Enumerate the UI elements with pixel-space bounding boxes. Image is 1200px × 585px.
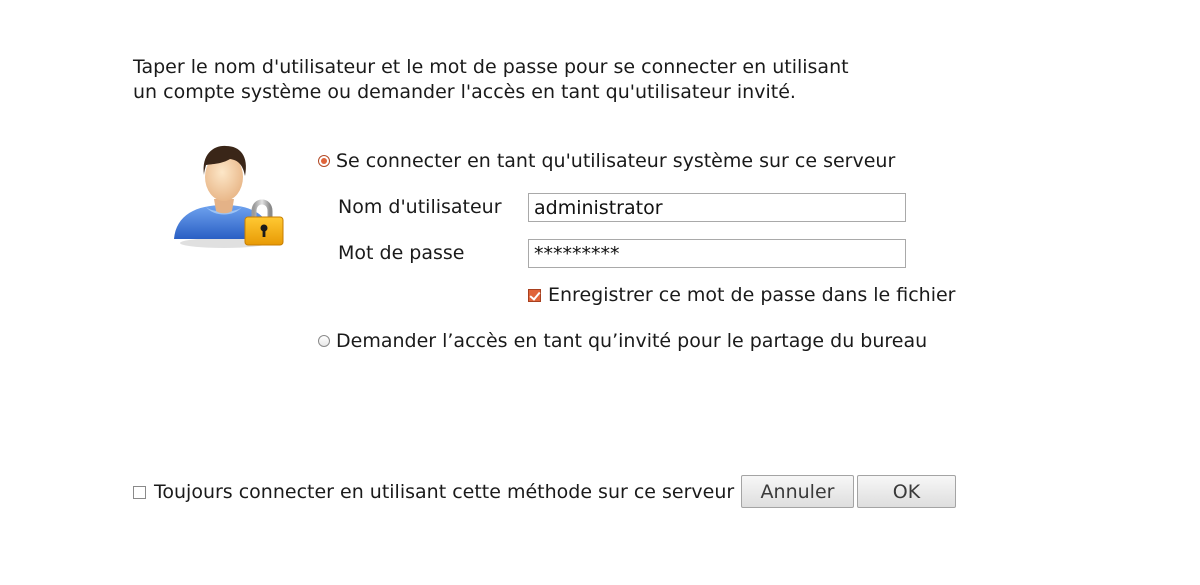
option-system-user[interactable]: Se connecter en tant qu'utilisateur syst… (316, 147, 957, 175)
always-use-method-label: Toujours connecter en utilisant cette mé… (154, 481, 735, 503)
guest-radio[interactable] (318, 335, 330, 347)
instructions-text: Taper le nom d'utilisateur et le mot de … (133, 55, 849, 105)
system-user-radio[interactable] (318, 155, 330, 167)
cancel-button[interactable]: Annuler (741, 475, 854, 508)
instructions-line-1: Taper le nom d'utilisateur et le mot de … (133, 56, 849, 78)
ok-button[interactable]: OK (857, 475, 956, 508)
save-password-option[interactable]: Enregistrer ce mot de passe dans le fich… (528, 281, 957, 309)
system-user-label: Se connecter en tant qu'utilisateur syst… (336, 150, 896, 172)
always-use-method-option[interactable]: Toujours connecter en utilisant cette mé… (133, 478, 738, 506)
save-password-checkbox[interactable] (528, 288, 541, 302)
guest-label: Demander l’accès en tant qu’invité pour … (336, 330, 928, 352)
save-password-label: Enregistrer ce mot de passe dans le fich… (548, 284, 956, 306)
user-with-padlock-icon (174, 145, 284, 248)
instructions-line-2: un compte système ou demander l'accès en… (133, 81, 796, 103)
username-label: Nom d'utilisateur (338, 196, 502, 218)
password-label: Mot de passe (338, 242, 465, 264)
always-use-method-checkbox[interactable] (133, 485, 146, 499)
password-field[interactable] (528, 239, 906, 268)
option-guest[interactable]: Demander l’accès en tant qu’invité pour … (316, 327, 957, 355)
username-field[interactable] (528, 193, 906, 222)
